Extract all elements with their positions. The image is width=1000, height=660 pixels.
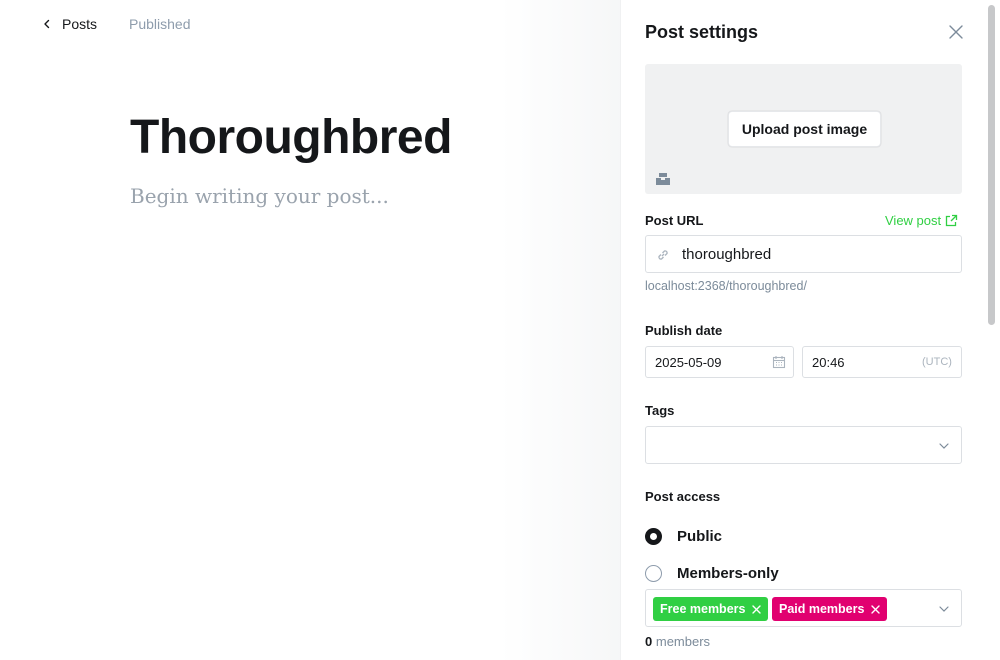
post-image-dropzone[interactable]: Upload post image <box>645 64 962 194</box>
publish-date-value: 2025-05-09 <box>655 355 722 370</box>
member-count-suffix: members <box>655 634 711 649</box>
editor-topbar: Posts Published <box>40 15 191 33</box>
external-link-icon <box>945 214 958 227</box>
panel-shadow <box>500 0 620 660</box>
publish-date-input[interactable]: 2025-05-09 <box>645 346 794 378</box>
member-count: 0 members <box>645 634 710 649</box>
post-status: Published <box>129 16 191 32</box>
post-settings-panel: Post settings Upload post image Post URL… <box>620 0 1000 660</box>
chevron-down-icon <box>939 443 949 449</box>
view-post-label: View post <box>885 213 942 228</box>
publish-date-label: Publish date <box>645 323 723 338</box>
access-public-radio[interactable] <box>645 528 662 545</box>
back-link-label: Posts <box>62 16 98 32</box>
member-count-number: 0 <box>645 634 653 649</box>
publish-time-input[interactable]: 20:46 (UTC) <box>802 346 962 378</box>
timezone-label: (UTC) <box>922 356 952 368</box>
remove-x-icon[interactable] <box>871 604 881 614</box>
post-url-input[interactable]: thoroughbred <box>645 235 962 273</box>
access-public-label[interactable]: Public <box>677 528 722 545</box>
post-url-preview: localhost:2368/thoroughbred/ <box>645 279 807 293</box>
link-icon <box>658 250 668 260</box>
post-url-value: thoroughbred <box>682 246 772 263</box>
tier-chip-label: Paid members <box>779 602 865 616</box>
upload-post-image-button[interactable]: Upload post image <box>728 111 881 147</box>
chevron-left-icon <box>44 19 50 29</box>
close-icon[interactable] <box>947 23 965 41</box>
tags-label: Tags <box>645 403 675 418</box>
tier-chip-label: Free members <box>660 602 746 616</box>
post-body-editor[interactable]: Begin writing your post... <box>130 184 389 208</box>
access-members-only-label[interactable]: Members-only <box>677 565 779 582</box>
panel-scrollbar[interactable] <box>988 5 995 325</box>
view-post-link[interactable]: View post <box>885 213 958 228</box>
chevron-down-icon <box>939 606 949 612</box>
post-url-label: Post URL <box>645 213 704 228</box>
tier-chip-paid: Paid members <box>772 597 888 621</box>
remove-x-icon[interactable] <box>752 604 762 614</box>
member-tiers-select[interactable]: Free members Paid members <box>645 589 962 627</box>
calendar-icon[interactable] <box>772 355 786 369</box>
back-to-posts-link[interactable]: Posts <box>40 16 97 32</box>
panel-title: Post settings <box>645 22 759 42</box>
post-title[interactable]: Thoroughbred <box>130 110 452 165</box>
post-access-label: Post access <box>645 489 721 504</box>
tier-chip-free: Free members <box>653 597 769 621</box>
unsplash-icon[interactable] <box>655 170 671 186</box>
publish-time-value: 20:46 <box>812 355 845 370</box>
access-members-only-radio[interactable] <box>645 565 662 582</box>
tags-select[interactable] <box>645 426 962 464</box>
